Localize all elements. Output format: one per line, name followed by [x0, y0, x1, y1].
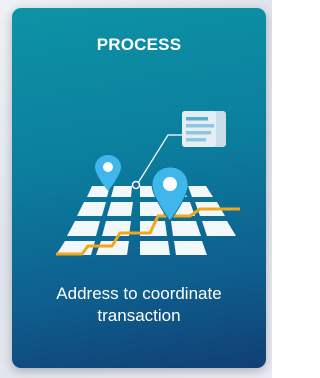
process-card: PROCESS Address to coordinate transactio… [12, 8, 266, 368]
card-caption: Address to coordinate transaction [56, 284, 222, 325]
card-title: PROCESS [96, 35, 182, 54]
page: PROCESS Address to coordinate transactio… [0, 0, 272, 378]
map-location-pin-icon [56, 111, 240, 256]
